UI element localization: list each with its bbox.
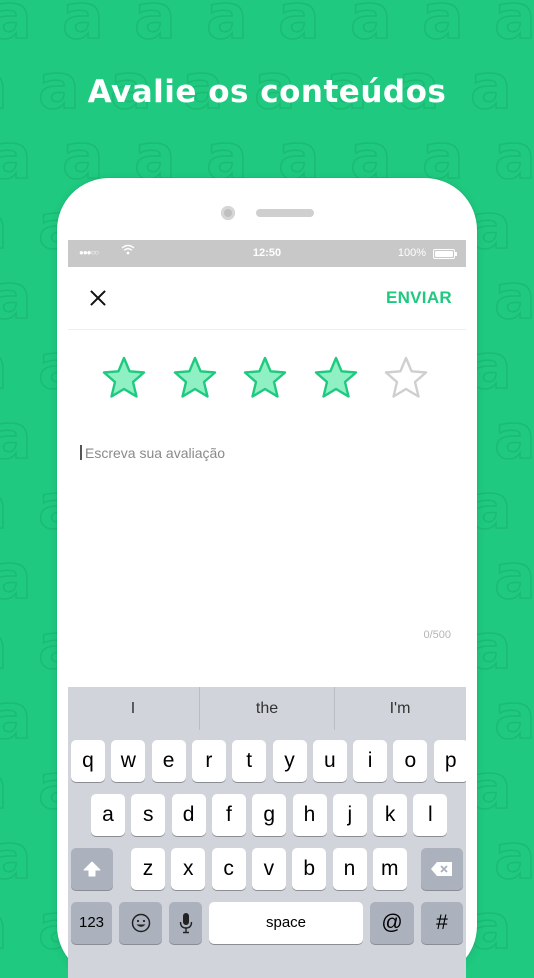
key-o[interactable]: o xyxy=(393,740,428,782)
microphone-icon xyxy=(179,913,192,934)
key-p[interactable]: p xyxy=(433,740,466,782)
space-key[interactable]: space xyxy=(209,902,363,944)
microphone-key[interactable] xyxy=(169,902,202,944)
battery-percent: 100% xyxy=(397,247,426,259)
keyboard: I the I'm q w e r t y u i o p a s d f g h j k l z x c v b n m 123 s… xyxy=(68,687,466,978)
star-rating xyxy=(101,355,441,405)
key-b[interactable]: b xyxy=(292,848,327,890)
app-screen: ●●●○○ 12:50 100% ENVIAR Escreva sua aval… xyxy=(68,240,466,978)
shift-icon xyxy=(83,861,101,877)
key-w[interactable]: w xyxy=(111,740,146,782)
key-k[interactable]: k xyxy=(373,794,408,836)
phone-mockup: ●●●○○ 12:50 100% ENVIAR Escreva sua aval… xyxy=(57,178,477,978)
page-headline: Avalie os conteúdos xyxy=(87,74,447,110)
key-z[interactable]: z xyxy=(131,848,165,890)
star-1-icon[interactable] xyxy=(101,355,147,401)
suggestion-2[interactable]: the xyxy=(199,687,335,730)
key-d[interactable]: d xyxy=(171,794,206,836)
key-h[interactable]: h xyxy=(292,794,327,836)
key-e[interactable]: e xyxy=(151,740,186,782)
star-3-icon[interactable] xyxy=(242,355,288,401)
review-placeholder: Escreva sua avaliação xyxy=(85,445,226,461)
numbers-key[interactable]: 123 xyxy=(71,902,112,944)
phone-speaker xyxy=(256,209,314,217)
star-2-icon[interactable] xyxy=(172,355,218,401)
key-g[interactable]: g xyxy=(252,794,287,836)
suggestion-bar: I the I'm xyxy=(68,687,466,730)
star-5-icon[interactable] xyxy=(383,355,429,401)
phone-camera xyxy=(221,206,235,220)
suggestion-3[interactable]: I'm xyxy=(334,687,466,730)
key-j[interactable]: j xyxy=(332,794,367,836)
key-x[interactable]: x xyxy=(171,848,206,890)
key-c[interactable]: c xyxy=(211,848,246,890)
key-f[interactable]: f xyxy=(211,794,246,836)
text-caret xyxy=(80,445,82,460)
key-v[interactable]: v xyxy=(251,848,286,890)
key-t[interactable]: t xyxy=(232,740,267,782)
shift-key[interactable] xyxy=(71,848,113,890)
key-r[interactable]: r xyxy=(191,740,226,782)
hash-key[interactable]: # xyxy=(421,902,463,944)
suggestion-1[interactable]: I xyxy=(68,687,198,730)
nav-bar: ENVIAR xyxy=(68,267,466,330)
key-u[interactable]: u xyxy=(312,740,347,782)
close-button[interactable] xyxy=(86,287,110,311)
backspace-icon xyxy=(431,862,452,876)
key-q[interactable]: q xyxy=(71,740,105,782)
key-y[interactable]: y xyxy=(272,740,307,782)
key-i[interactable]: i xyxy=(353,740,388,782)
emoji-key[interactable] xyxy=(119,902,162,944)
emoji-icon xyxy=(131,913,150,933)
character-counter: 0/500 xyxy=(423,629,451,641)
status-bar: ●●●○○ 12:50 100% xyxy=(68,240,466,267)
send-button[interactable]: ENVIAR xyxy=(386,288,452,308)
star-4-icon[interactable] xyxy=(313,355,359,401)
review-input[interactable]: Escreva sua avaliação xyxy=(80,445,452,645)
key-a[interactable]: a xyxy=(91,794,125,836)
key-l[interactable]: l xyxy=(413,794,448,836)
at-key[interactable]: @ xyxy=(370,902,414,944)
backspace-key[interactable] xyxy=(421,848,463,890)
battery-icon xyxy=(433,249,457,259)
key-m[interactable]: m xyxy=(372,848,407,890)
key-s[interactable]: s xyxy=(131,794,166,836)
key-n[interactable]: n xyxy=(332,848,367,890)
